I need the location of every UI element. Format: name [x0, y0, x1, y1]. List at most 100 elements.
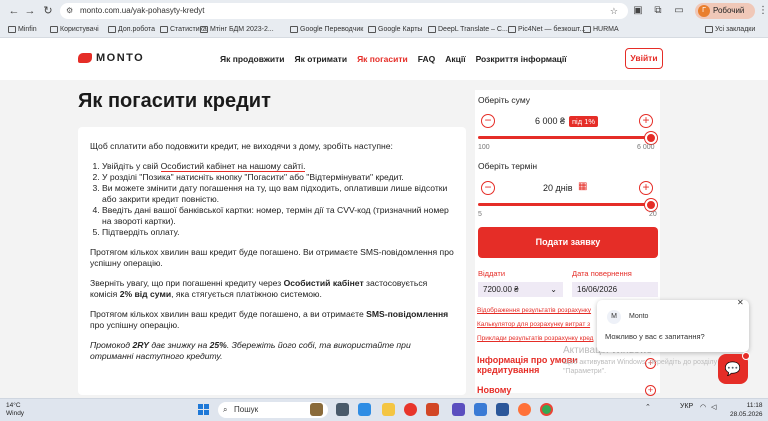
sum-min: 100: [478, 144, 490, 151]
nav-item-faq[interactable]: FAQ: [418, 54, 435, 64]
term-slider-thumb[interactable]: [645, 199, 657, 211]
page-title: Як погасити кредит: [78, 90, 271, 112]
return-date-field[interactable]: 16/06/2026: [572, 282, 658, 297]
link-calc-examples[interactable]: Приклади результатів розрахунку кред: [477, 335, 593, 342]
new-client-header[interactable]: Новому: [477, 385, 511, 395]
address-bar[interactable]: ⚙ monto.com.ua/yak-pohasyty-kredyt ☆: [60, 3, 628, 19]
sum-slider-track[interactable]: [478, 136, 653, 139]
nav-item-repay[interactable]: Як погасити: [357, 54, 408, 64]
calendar-icon[interactable]: ▦: [578, 181, 587, 192]
term-min: 5: [478, 211, 482, 218]
cabinet-link[interactable]: Особистий кабінет на нашому сайті.: [160, 161, 306, 172]
chrome-icon[interactable]: [540, 403, 553, 416]
folder-icon: [8, 26, 16, 33]
firefox-icon[interactable]: [518, 403, 531, 416]
site-logo[interactable]: MONTO: [78, 52, 144, 64]
bookmark-item[interactable]: Мтінг БДМ 2023-2...: [200, 22, 274, 37]
site-info-icon[interactable]: ⚙: [66, 3, 73, 19]
login-button[interactable]: Увійти: [625, 48, 663, 69]
powerpoint-icon[interactable]: [426, 403, 439, 416]
taskbar: 14°C Windy ⌕ Пошук ⌃ УКР ◠ ◁ 11:18 28.05…: [0, 398, 768, 421]
widgets-app-icon[interactable]: [310, 403, 323, 416]
app-icon[interactable]: [358, 403, 371, 416]
language-indicator[interactable]: УКР: [680, 403, 693, 410]
bookmark-item[interactable]: Доп.робота: [108, 22, 155, 37]
back-icon[interactable]: ←: [8, 5, 20, 17]
link-calc-results[interactable]: Відображення результатів розрахунку: [477, 307, 591, 314]
start-icon[interactable]: [198, 404, 209, 415]
weather-widget[interactable]: 14°C Windy: [6, 402, 24, 418]
expand-plus-icon[interactable]: +: [645, 385, 656, 396]
chat-avatar: M: [607, 310, 621, 324]
step-item: Введіть дані вашої банківської картки: н…: [102, 205, 454, 227]
extensions-icon[interactable]: ⧉: [652, 5, 664, 17]
sidepanel-icon[interactable]: ▭: [673, 5, 685, 17]
word-icon[interactable]: [496, 403, 509, 416]
menu-icon[interactable]: ⋮: [757, 5, 768, 17]
wifi-icon[interactable]: ◠: [700, 403, 706, 411]
translate-icon: [290, 26, 298, 33]
sum-plus-button[interactable]: +: [639, 114, 653, 128]
profile-button[interactable]: Г Робочий: [695, 3, 755, 19]
browser-chrome: ← → ↻ ⚙ monto.com.ua/yak-pohasyty-kredyt…: [0, 0, 768, 38]
main-nav: Як продовжити Як отримати Як погасити FA…: [220, 54, 567, 64]
apply-button[interactable]: Подати заявку: [478, 227, 658, 258]
profile-avatar: Г: [698, 5, 710, 17]
sum-slider-thumb[interactable]: [645, 132, 657, 144]
task-view-icon[interactable]: [336, 403, 349, 416]
step-item: Ви можете змінити дату погашення на ту, …: [102, 183, 454, 205]
search-icon: ⌕: [223, 405, 228, 414]
paragraph-sms: Протягом кількох хвилин ваш кредит буде …: [90, 247, 454, 268]
url-text: monto.com.ua/yak-pohasyty-kredyt: [80, 6, 205, 15]
chat-popup[interactable]: M Monto Можливо у вас є запитання?: [597, 300, 749, 352]
bookmark-item[interactable]: Pic4Net — безкошт...: [508, 22, 585, 37]
sum-minus-button[interactable]: −: [481, 114, 495, 128]
chat-close-icon[interactable]: ✕: [737, 298, 744, 307]
folder-icon: [705, 26, 713, 33]
step-item: Увійдіть у свій Особистий кабінет на наш…: [102, 161, 454, 172]
chat-message: Можливо у вас є запитання?: [605, 332, 705, 341]
folder-icon: [160, 26, 168, 33]
term-plus-button[interactable]: +: [639, 181, 653, 195]
intro-text: Щоб сплатити або подовжити кредит, не ви…: [90, 141, 393, 151]
bookmark-item[interactable]: HURMA: [583, 22, 619, 37]
bookmarks-bar: Minfin Користувачі Доп.робота Статистика…: [0, 22, 768, 37]
nav-item-prolong[interactable]: Як продовжити: [220, 54, 284, 64]
pic4net-icon: [508, 26, 516, 33]
step-item: У розділі "Позика" натисніть кнопку "Пог…: [102, 172, 454, 183]
screenshot-icon[interactable]: ▣: [632, 5, 644, 17]
all-bookmarks[interactable]: Усі закладки: [705, 22, 755, 37]
telegram-icon[interactable]: [474, 403, 487, 416]
forward-icon[interactable]: →: [24, 5, 36, 17]
app-icon[interactable]: [452, 403, 465, 416]
term-label: Оберіть термін: [478, 161, 538, 171]
bookmark-item[interactable]: Користувачі: [50, 22, 99, 37]
link-cost-calculator[interactable]: Калькулятор для розрахунку витрат з: [477, 321, 590, 328]
bookmark-item[interactable]: Google Переводчик: [290, 22, 363, 37]
give-label: Віддати: [478, 269, 506, 278]
volume-icon[interactable]: ◁: [711, 403, 716, 411]
opera-icon[interactable]: [404, 403, 417, 416]
paragraph-sms-2: Протягом кількох хвилин ваш кредит буде …: [90, 309, 449, 330]
tray-arrow-icon[interactable]: ⌃: [645, 403, 651, 411]
file-explorer-icon[interactable]: [382, 403, 395, 416]
bookmark-item[interactable]: Google Карты: [368, 22, 422, 37]
profile-label: Робочий: [713, 6, 745, 15]
term-value: 20 днів: [543, 183, 573, 193]
maps-icon: [368, 26, 376, 33]
nav-item-disclosure[interactable]: Розкриття інформації: [476, 54, 567, 64]
bookmark-item[interactable]: DeepL Translate – С...: [428, 22, 508, 37]
bookmark-star-icon[interactable]: ☆: [610, 3, 618, 19]
paragraph-promo: Промокод 2RY дає знижку на 25%. Збережіт…: [90, 340, 411, 361]
system-clock[interactable]: 11:18 28.05.2026: [730, 401, 763, 419]
chat-name: Monto: [629, 313, 649, 320]
bookmark-item[interactable]: Minfin: [8, 22, 37, 37]
term-minus-button[interactable]: −: [481, 181, 495, 195]
nav-item-get[interactable]: Як отримати: [294, 54, 347, 64]
folder-icon: [50, 26, 58, 33]
nav-item-promo[interactable]: Акції: [445, 54, 465, 64]
reload-icon[interactable]: ↻: [42, 5, 54, 17]
term-slider-track[interactable]: [478, 203, 653, 206]
steps-list: Увійдіть у свій Особистий кабінет на наш…: [90, 161, 454, 238]
give-select[interactable]: 7200.00 ₴ ⌄: [478, 282, 563, 297]
